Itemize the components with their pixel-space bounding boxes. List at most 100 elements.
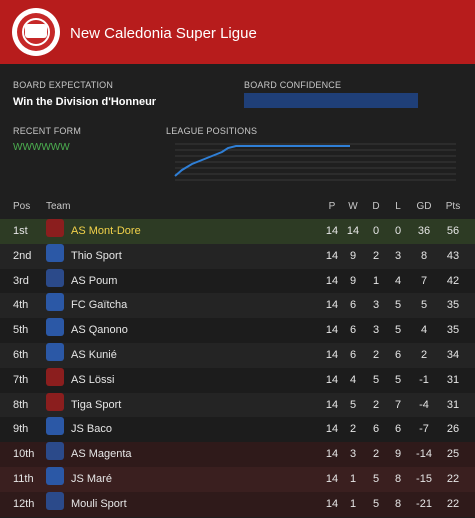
row-pos: 12th: [13, 497, 35, 510]
bird-crest-icon: [46, 219, 64, 237]
row-drawn: 5: [372, 373, 380, 386]
row-goal-difference: -7: [419, 423, 429, 436]
league-positions-label: LEAGUE POSITIONS: [166, 126, 258, 136]
row-goal-difference: -1: [419, 373, 429, 386]
recent-form-label: RECENT FORM: [13, 126, 82, 136]
league-logo[interactable]: [12, 8, 60, 56]
round-crest-icon: [46, 442, 64, 461]
row-goal-difference: -4: [419, 398, 429, 411]
row-goal-difference: -14: [416, 448, 432, 461]
row-played: 14: [325, 373, 339, 386]
row-goal-difference: 36: [417, 225, 431, 237]
row-team[interactable]: Thio Sport: [71, 244, 122, 269]
board-expectation-label: BOARD EXPECTATION: [13, 80, 114, 90]
header-l[interactable]: L: [390, 201, 406, 212]
row-won: 9: [349, 249, 357, 262]
row-points: 43: [446, 249, 460, 262]
row-pos: 5th: [13, 324, 29, 337]
row-lost: 5: [394, 373, 402, 386]
bird-crest-icon: [46, 392, 64, 411]
row-won: 6: [349, 299, 357, 312]
row-team[interactable]: JS Maré: [71, 467, 112, 492]
row-won: 2: [349, 423, 357, 436]
row-points: 31: [446, 373, 460, 386]
table-row[interactable]: 10th AS Magenta 14 3 2 9 -14 25: [0, 442, 475, 467]
row-drawn: 5: [372, 473, 380, 485]
header-pts[interactable]: Pts: [443, 201, 463, 212]
row-team[interactable]: Tiga Sport: [71, 393, 121, 418]
row-won: 14: [346, 225, 360, 237]
row-team[interactable]: Mouli Sport: [71, 492, 127, 517]
row-points: 31: [446, 398, 460, 411]
row-team[interactable]: JS Baco: [71, 417, 112, 442]
header-pos[interactable]: Pos: [13, 201, 30, 212]
table-row[interactable]: 7th AS Lössi 14 4 5 5 -1 31: [0, 367, 475, 393]
row-points: 56: [446, 225, 460, 237]
row-goal-difference: -15: [416, 473, 432, 485]
row-goal-difference: -21: [416, 497, 432, 510]
header-d[interactable]: D: [368, 201, 384, 212]
table-row[interactable]: 1st AS Mont-Dore 14 14 0 0 36 56: [0, 219, 475, 244]
header-w[interactable]: W: [345, 201, 361, 212]
table-row[interactable]: 6th AS Kunié 14 6 2 6 2 34: [0, 343, 475, 368]
recent-form-value: WWWWWW: [13, 142, 70, 153]
row-won: 1: [349, 497, 357, 510]
row-played: 14: [325, 274, 339, 287]
row-team[interactable]: AS Lössi: [71, 368, 114, 393]
table-header: Pos Team P W D L GD Pts: [0, 195, 475, 217]
row-played: 14: [325, 324, 339, 337]
row-points: 26: [446, 423, 460, 436]
row-points: 34: [446, 349, 460, 361]
row-lost: 4: [394, 274, 402, 287]
row-goal-difference: 5: [420, 299, 428, 312]
row-pos: 3rd: [13, 274, 29, 287]
row-pos: 7th: [13, 373, 29, 386]
table-row[interactable]: 5th AS Qanono 14 6 3 5 4 35: [0, 318, 475, 343]
row-pos: 9th: [13, 423, 29, 436]
row-won: 6: [349, 349, 357, 361]
row-pos: 11th: [13, 473, 34, 485]
row-points: 25: [446, 448, 460, 461]
row-lost: 6: [394, 423, 402, 436]
chart-gridlines: [175, 143, 456, 181]
row-pos: 8th: [13, 398, 29, 411]
shield-crest-icon: [46, 318, 64, 337]
row-points: 22: [446, 473, 460, 485]
row-team[interactable]: AS Mont-Dore: [71, 219, 141, 244]
row-drawn: 1: [372, 274, 380, 287]
row-played: 14: [325, 225, 339, 237]
table-row[interactable]: 8th Tiga Sport 14 5 2 7 -4 31: [0, 392, 475, 418]
row-team[interactable]: FC Gaïtcha: [71, 293, 127, 318]
shield-crest-icon: [46, 243, 64, 262]
row-drawn: 2: [372, 398, 380, 411]
row-team[interactable]: AS Magenta: [71, 442, 132, 467]
row-lost: 5: [394, 299, 402, 312]
round-crest-icon: [46, 268, 64, 287]
table-row[interactable]: 2nd Thio Sport 14 9 2 3 8 43: [0, 243, 475, 269]
league-title[interactable]: New Caledonia Super Ligue: [70, 25, 257, 42]
table-row[interactable]: 12th Mouli Sport 14 1 5 8 -21 22: [0, 491, 475, 517]
table-row[interactable]: 3rd AS Poum 14 9 1 4 7 42: [0, 268, 475, 294]
row-pos: 6th: [13, 349, 29, 361]
row-team[interactable]: AS Kunié: [71, 343, 117, 368]
row-goal-difference: 4: [420, 324, 428, 337]
header-gd[interactable]: GD: [413, 201, 435, 212]
row-team[interactable]: AS Poum: [71, 269, 117, 294]
row-drawn: 2: [372, 249, 380, 262]
header-bar: New Caledonia Super Ligue: [0, 0, 475, 64]
row-lost: 8: [394, 497, 402, 510]
table-row[interactable]: 11th JS Maré 14 1 5 8 -15 22: [0, 467, 475, 492]
row-pos: 10th: [13, 448, 35, 461]
row-won: 5: [349, 398, 357, 411]
header-p[interactable]: P: [324, 201, 340, 212]
row-drawn: 3: [372, 324, 380, 337]
table-row[interactable]: 4th FC Gaïtcha 14 6 3 5 5 35: [0, 293, 475, 319]
row-won: 9: [349, 274, 357, 287]
table-row[interactable]: 9th JS Baco 14 2 6 6 -7 26: [0, 417, 475, 443]
row-played: 14: [325, 497, 339, 510]
row-team[interactable]: AS Qanono: [71, 318, 128, 343]
header-team[interactable]: Team: [46, 201, 70, 212]
row-played: 14: [325, 398, 339, 411]
row-points: 42: [446, 274, 460, 287]
shield-crest-icon: [46, 417, 64, 436]
